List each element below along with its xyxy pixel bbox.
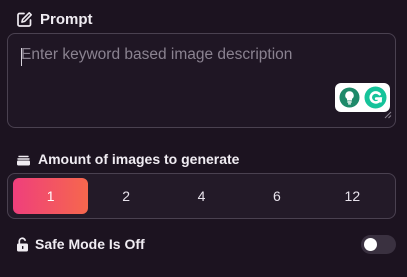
amount-label-text: Amount of images to generate: [38, 151, 240, 167]
prompt-input[interactable]: [8, 34, 395, 127]
prompt-label-text: Prompt: [40, 10, 93, 28]
prompt-field[interactable]: [7, 33, 396, 128]
safe-mode-toggle[interactable]: [361, 235, 396, 254]
image-generator-panel: Prompt Enter keyword based image descrip…: [0, 0, 407, 277]
amount-selector: 1 2 4 6 12: [7, 173, 396, 219]
safe-mode-label-text: Safe Mode Is Off: [35, 236, 145, 252]
unlock-icon: [16, 236, 29, 252]
amount-label: Amount of images to generate: [16, 149, 239, 169]
edit-square-icon: [16, 11, 33, 28]
image-stack-icon: [16, 153, 31, 166]
text-caret: [21, 48, 22, 66]
prompt-label: Prompt: [16, 9, 93, 29]
writing-assistant-badges[interactable]: [335, 83, 390, 112]
toggle-knob: [364, 238, 377, 251]
amount-option-6[interactable]: 6: [239, 178, 314, 214]
resize-grip-icon[interactable]: [384, 106, 392, 124]
safe-mode-label: Safe Mode Is Off: [16, 234, 145, 254]
amount-option-1[interactable]: 1: [13, 178, 89, 214]
amount-option-12[interactable]: 12: [315, 178, 390, 214]
amount-option-4[interactable]: 4: [164, 178, 239, 214]
amount-option-2[interactable]: 2: [88, 178, 163, 214]
bulb-assistant-icon[interactable]: [339, 87, 360, 108]
